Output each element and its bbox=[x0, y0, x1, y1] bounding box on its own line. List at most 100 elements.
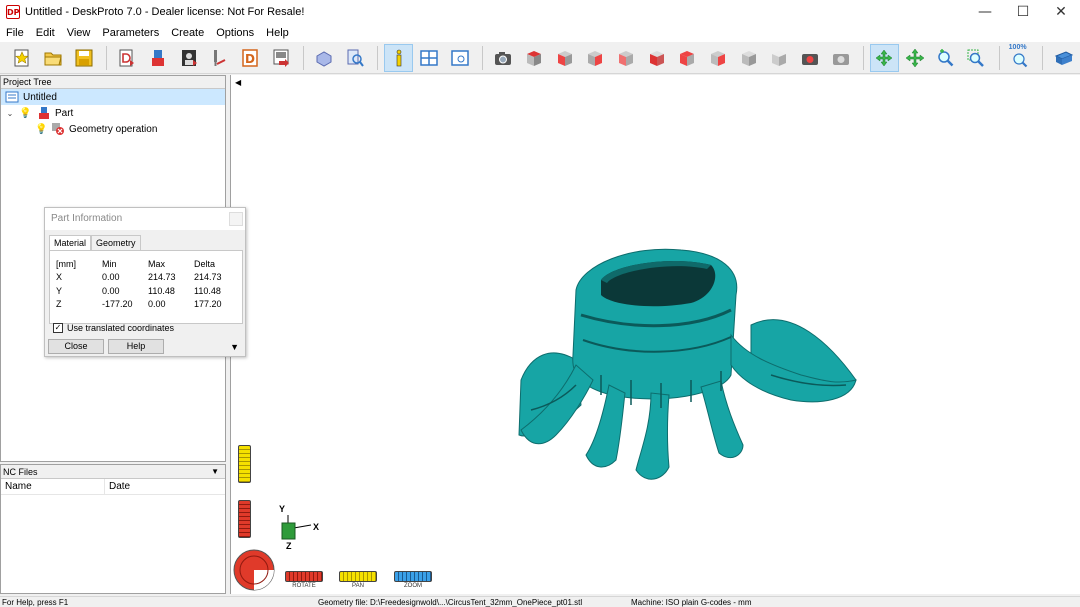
view-bottom-button[interactable] bbox=[704, 44, 733, 72]
status-machine: Machine: ISO plain G-codes - mm bbox=[631, 598, 752, 607]
zoom-window-button[interactable] bbox=[962, 44, 991, 72]
tree-item-part[interactable]: ⌄ 💡 Part bbox=[1, 105, 225, 121]
menu-help[interactable]: Help bbox=[260, 24, 295, 42]
preview-button[interactable] bbox=[341, 44, 370, 72]
checkbox-check-icon[interactable]: ✓ bbox=[53, 323, 63, 333]
expand-arrow-icon[interactable]: ▼ bbox=[230, 342, 239, 352]
bitmap-button[interactable] bbox=[174, 44, 203, 72]
table-cell: 110.48 bbox=[148, 285, 175, 296]
bulb-icon[interactable]: 💡 bbox=[19, 108, 33, 119]
help-button[interactable]: Help bbox=[108, 339, 164, 354]
simulation-icon bbox=[316, 50, 332, 67]
table-header: Max bbox=[148, 258, 166, 269]
close-window-button[interactable]: ✕ bbox=[1042, 0, 1080, 24]
axis-triad bbox=[281, 515, 312, 540]
dropdown-arrow-icon[interactable]: ▼ bbox=[211, 465, 219, 479]
3d-viewport[interactable]: ◀ Y X Z bbox=[230, 75, 1080, 594]
project-tree-header: Project Tree bbox=[1, 76, 225, 89]
layout-button[interactable] bbox=[415, 44, 444, 72]
table-header: Delta bbox=[194, 258, 216, 269]
menu-view[interactable]: View bbox=[61, 24, 97, 42]
menu-options[interactable]: Options bbox=[210, 24, 260, 42]
bitmap-portrait-icon bbox=[181, 49, 197, 66]
tree-item-project[interactable]: Untitled bbox=[1, 89, 225, 105]
menu-create[interactable]: Create bbox=[165, 24, 210, 42]
export-button[interactable] bbox=[266, 44, 295, 72]
menu-parameters[interactable]: Parameters bbox=[96, 24, 165, 42]
rotate-mode-button[interactable] bbox=[870, 43, 899, 72]
view-top-button[interactable] bbox=[673, 44, 702, 72]
save-disk-icon bbox=[75, 49, 93, 66]
table-cell: 214.73 bbox=[148, 272, 176, 283]
maximize-button[interactable]: ☐ bbox=[1004, 0, 1042, 24]
translated-coordinates-checkbox[interactable]: ✓ Use translated coordinates bbox=[53, 323, 174, 333]
zoom-mode-button[interactable] bbox=[931, 44, 960, 72]
save-button[interactable] bbox=[69, 44, 98, 72]
part-info-button[interactable] bbox=[384, 43, 413, 72]
close-button[interactable]: Close bbox=[48, 339, 104, 354]
table-cell: X bbox=[56, 272, 63, 283]
open-folder-button[interactable] bbox=[39, 44, 68, 72]
zoom-wheel-vertical[interactable] bbox=[238, 445, 251, 483]
machine-button[interactable] bbox=[205, 44, 234, 72]
pan-wheel-horizontal[interactable] bbox=[339, 571, 377, 582]
column-date[interactable]: Date bbox=[105, 479, 225, 494]
toolbar-separator bbox=[863, 45, 865, 70]
help-manual-button[interactable] bbox=[1049, 44, 1078, 72]
rotate-wheel-horizontal[interactable] bbox=[285, 571, 323, 582]
view-grey-cube-button[interactable] bbox=[734, 44, 763, 72]
chevron-down-icon[interactable]: ⌄ bbox=[5, 109, 15, 118]
zoom-100-button[interactable]: 100% bbox=[1006, 44, 1035, 72]
zoom-plus-icon bbox=[937, 48, 954, 66]
view-window-button[interactable] bbox=[446, 44, 475, 72]
table-cell: 214.73 bbox=[194, 272, 222, 283]
view-iso-button[interactable] bbox=[520, 44, 549, 72]
info-icon bbox=[396, 49, 401, 66]
cube-red-left-icon bbox=[619, 50, 634, 66]
view-left-button[interactable] bbox=[642, 44, 671, 72]
pan-mode-button[interactable] bbox=[901, 44, 930, 72]
load-geometry-button[interactable] bbox=[113, 44, 142, 72]
bulb-icon[interactable]: 💡 bbox=[35, 124, 49, 135]
tab-geometry[interactable]: Geometry bbox=[91, 235, 141, 250]
column-name[interactable]: Name bbox=[1, 479, 105, 494]
view-grey-cube-alt-button[interactable] bbox=[765, 44, 794, 72]
snapshot-button[interactable] bbox=[489, 44, 518, 72]
create-d-icon: D bbox=[242, 48, 258, 67]
view-right-button[interactable] bbox=[581, 44, 610, 72]
axis-z-label: Z bbox=[286, 541, 292, 551]
rotate-dial-icon[interactable] bbox=[232, 548, 276, 592]
part-icon bbox=[39, 107, 49, 119]
render-camera-button[interactable] bbox=[796, 44, 825, 72]
render-camera-grey-button[interactable] bbox=[826, 44, 855, 72]
window-title: Untitled - DeskProto 7.0 - Dealer licens… bbox=[25, 6, 305, 18]
dialog-title-text: Part Information bbox=[51, 213, 123, 224]
menu-edit[interactable]: Edit bbox=[30, 24, 61, 42]
table-row: Z -177.20 0.00 177.20 bbox=[56, 298, 234, 312]
simulation-button[interactable] bbox=[310, 44, 339, 72]
dialog-close-icon[interactable] bbox=[229, 212, 243, 226]
nc-files-panel: NC Files ▼ Name Date bbox=[0, 464, 226, 594]
new-star-icon bbox=[14, 49, 30, 66]
table-cell: 177.20 bbox=[194, 299, 222, 310]
rotate-wheel-vertical[interactable] bbox=[238, 500, 251, 538]
table-cell: -177.20 bbox=[102, 299, 133, 310]
new-project-button[interactable] bbox=[8, 44, 37, 72]
tree-item-geometry-operation[interactable]: 💡 Geometry operation bbox=[1, 121, 225, 137]
3d-model-view[interactable] bbox=[231, 75, 1080, 594]
folder-open-icon bbox=[44, 52, 62, 65]
tab-material[interactable]: Material bbox=[49, 235, 92, 250]
view-window-icon bbox=[451, 49, 469, 66]
zoom-wheel-horizontal[interactable] bbox=[394, 571, 432, 582]
cube-red-side-icon bbox=[649, 50, 664, 66]
create-nc-button[interactable]: D bbox=[236, 44, 265, 72]
menu-file[interactable]: File bbox=[0, 24, 30, 42]
part-parameters-button[interactable] bbox=[144, 44, 173, 72]
view-back-button[interactable] bbox=[612, 44, 641, 72]
cube-red-half-icon bbox=[680, 50, 695, 66]
minimize-button[interactable]: — bbox=[966, 0, 1004, 24]
axis-y-label: Y bbox=[279, 504, 286, 514]
table-cell: Z bbox=[56, 299, 62, 310]
view-front-button[interactable] bbox=[550, 44, 579, 72]
zoom-100-label: 100% bbox=[1008, 43, 1027, 51]
